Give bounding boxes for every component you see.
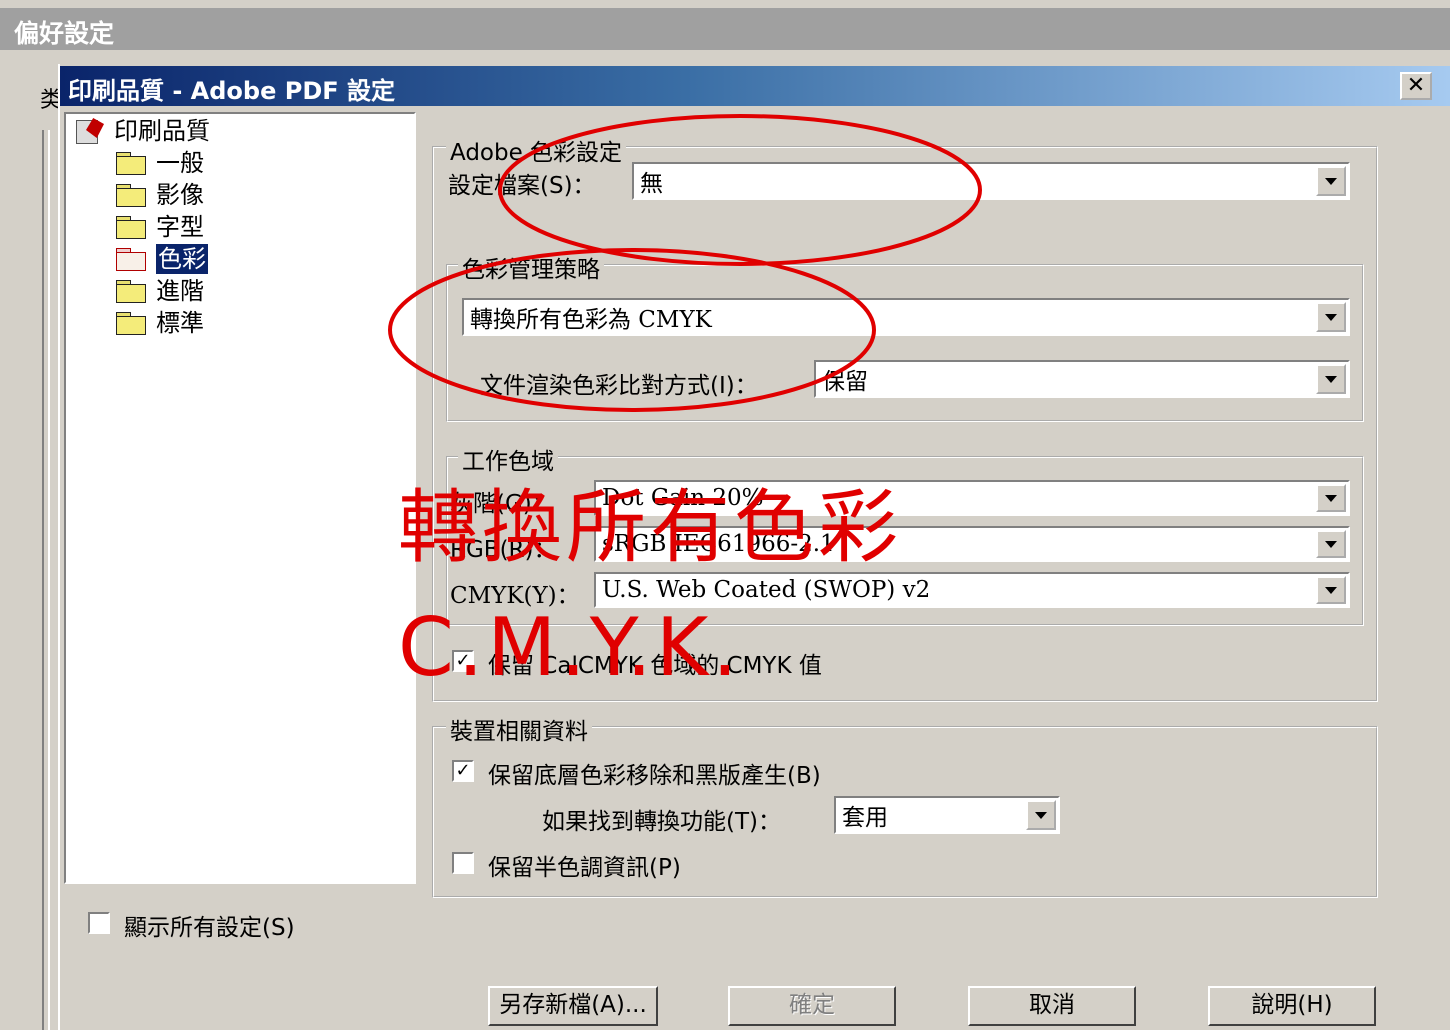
annotation-text-cmyk: C.M.Y.K.	[398, 601, 742, 694]
annotation-ellipse-settings-file	[498, 114, 982, 266]
annotation-ellipse-color-policy	[388, 248, 876, 412]
annotation-text-convert-all: 轉換所有色彩	[398, 481, 902, 574]
